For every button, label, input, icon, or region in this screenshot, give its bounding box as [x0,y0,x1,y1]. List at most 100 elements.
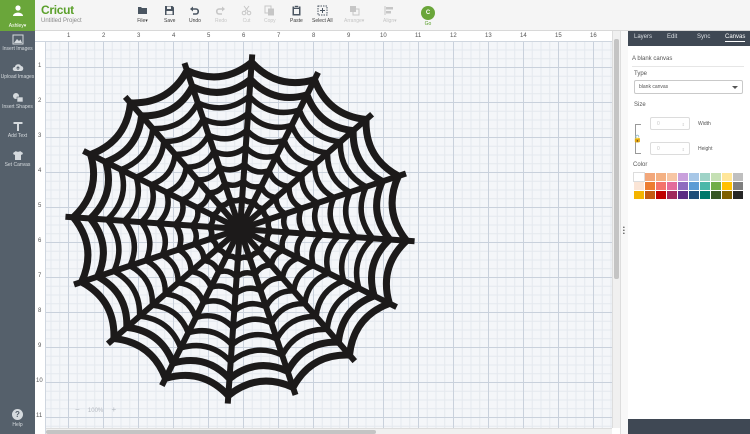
color-swatch[interactable] [733,173,743,181]
zoom-controls: − 100% + [75,405,122,414]
align-menu-button[interactable]: Align▾ [383,5,397,24]
tab-edit[interactable]: Edit [667,34,677,40]
color-swatch[interactable] [656,173,666,181]
zoom-out-button[interactable]: − [75,405,80,414]
color-swatch[interactable] [667,173,677,181]
ruler-top-number: 7 [277,33,281,39]
design-canvas[interactable]: 1 2 3 4 5 6 7 8 9 10 11 12 13 14 15 16 1… [35,31,620,434]
color-swatch[interactable] [711,191,721,199]
select-all-button[interactable]: Select All [312,5,333,24]
set-canvas-button[interactable]: Set Canvas [0,150,35,168]
tab-canvas[interactable]: Canvas [725,34,746,42]
ruler-top-number: 15 [555,33,562,39]
color-swatch[interactable] [678,182,688,190]
color-swatch[interactable] [634,191,644,199]
grip-dots-icon: • • • [623,225,625,237]
redo-icon [216,6,226,15]
color-swatch[interactable] [711,182,721,190]
paste-button[interactable]: Paste [290,5,303,24]
user-icon [12,5,23,16]
stepper-icon[interactable]: ⇕ [682,147,685,152]
color-swatch[interactable] [689,173,699,181]
color-swatch[interactable] [645,182,655,190]
folder-icon [138,7,147,14]
top-toolbar: Cricut Untitled Project File▾ Save Undo [35,0,750,31]
width-input[interactable]: 0 ⇕ [650,117,690,130]
color-swatch[interactable] [656,182,666,190]
text-icon [13,122,22,131]
ruler-left-number: 3 [38,133,42,139]
redo-button[interactable]: Redo [215,5,227,24]
color-swatch[interactable] [722,191,732,199]
color-swatch[interactable] [667,191,677,199]
type-label: Type [634,71,648,77]
user-menu[interactable]: Ashley▾ [0,0,35,31]
ruler-left-number: 1 [38,63,42,69]
color-swatch[interactable] [722,173,732,181]
undo-button[interactable]: Undo [189,5,201,24]
add-text-button[interactable]: Add Text [0,121,35,139]
ruler-top-number: 1 [67,33,71,39]
lock-icon[interactable]: 🔓 [633,135,642,143]
height-input[interactable]: 0 ⇕ [650,142,690,155]
arrange-menu-button[interactable]: Arrange▾ [344,5,364,24]
color-swatch[interactable] [700,191,710,199]
color-swatch[interactable] [645,173,655,181]
ruler-left-number: 9 [38,343,42,349]
ruler-top-number: 4 [172,33,176,39]
tab-layers[interactable]: Layers [634,34,652,40]
ruler-left-number: 10 [36,378,43,384]
color-swatch[interactable] [700,182,710,190]
horizontal-scroll-thumb[interactable] [46,430,376,434]
panel-tabs: Layers Edit Sync Canvas [628,31,750,46]
insert-shapes-button[interactable]: Insert Shapes [0,92,35,110]
vertical-scrollbar[interactable] [612,31,620,428]
image-icon [12,34,23,45]
color-swatch[interactable] [634,182,644,190]
insert-images-button[interactable]: Insert Images [0,34,35,52]
cricut-design-space: Ashley▾ Insert Images Upload Images Inse… [0,0,750,434]
file-menu-button[interactable]: File▾ [137,5,148,24]
size-label: Size [634,102,646,108]
save-icon [165,6,175,15]
height-label: Height [698,146,713,152]
cut-button[interactable]: Cut [241,5,252,24]
divider [632,66,744,67]
color-swatch[interactable] [678,191,688,199]
ruler-left-number: 4 [38,168,42,174]
color-swatch[interactable] [722,182,732,190]
canvas-type-select[interactable]: blank canvas [634,80,743,94]
color-swatch[interactable] [700,173,710,181]
help-button[interactable]: ? Help [0,409,35,428]
color-swatch[interactable] [633,172,645,182]
tab-sync[interactable]: Sync [697,34,710,40]
color-swatch[interactable] [667,182,677,190]
height-value: 0 [657,146,660,152]
ruler-top-number: 3 [137,33,141,39]
color-label: Color [633,162,648,168]
shapes-icon [12,93,23,103]
left-sidebar: Ashley▾ Insert Images Upload Images Inse… [0,0,35,434]
ruler-left-number: 7 [38,273,42,279]
color-swatch[interactable] [656,191,666,199]
upload-images-button[interactable]: Upload Images [0,62,35,80]
stepper-icon[interactable]: ⇕ [682,122,685,127]
color-swatch[interactable] [711,173,721,181]
canvas-grid[interactable] [46,42,612,428]
color-swatch[interactable] [689,182,699,190]
color-swatch[interactable] [689,191,699,199]
horizontal-ruler: 1 2 3 4 5 6 7 8 9 10 11 12 13 14 15 16 [35,31,612,42]
width-value: 0 [657,121,660,127]
horizontal-scrollbar[interactable] [46,428,612,434]
vertical-scroll-thumb[interactable] [614,39,619,279]
color-swatch[interactable] [733,191,743,199]
color-swatch[interactable] [678,173,688,181]
color-swatch[interactable] [645,191,655,199]
zoom-in-button[interactable]: + [112,405,117,414]
copy-button[interactable]: Copy [264,5,276,24]
go-button[interactable]: C [421,6,435,20]
color-swatch[interactable] [733,182,743,190]
save-button[interactable]: Save [164,5,175,24]
spider-web-image[interactable] [49,47,435,433]
panel-resize-handle[interactable]: • • • [620,31,628,434]
